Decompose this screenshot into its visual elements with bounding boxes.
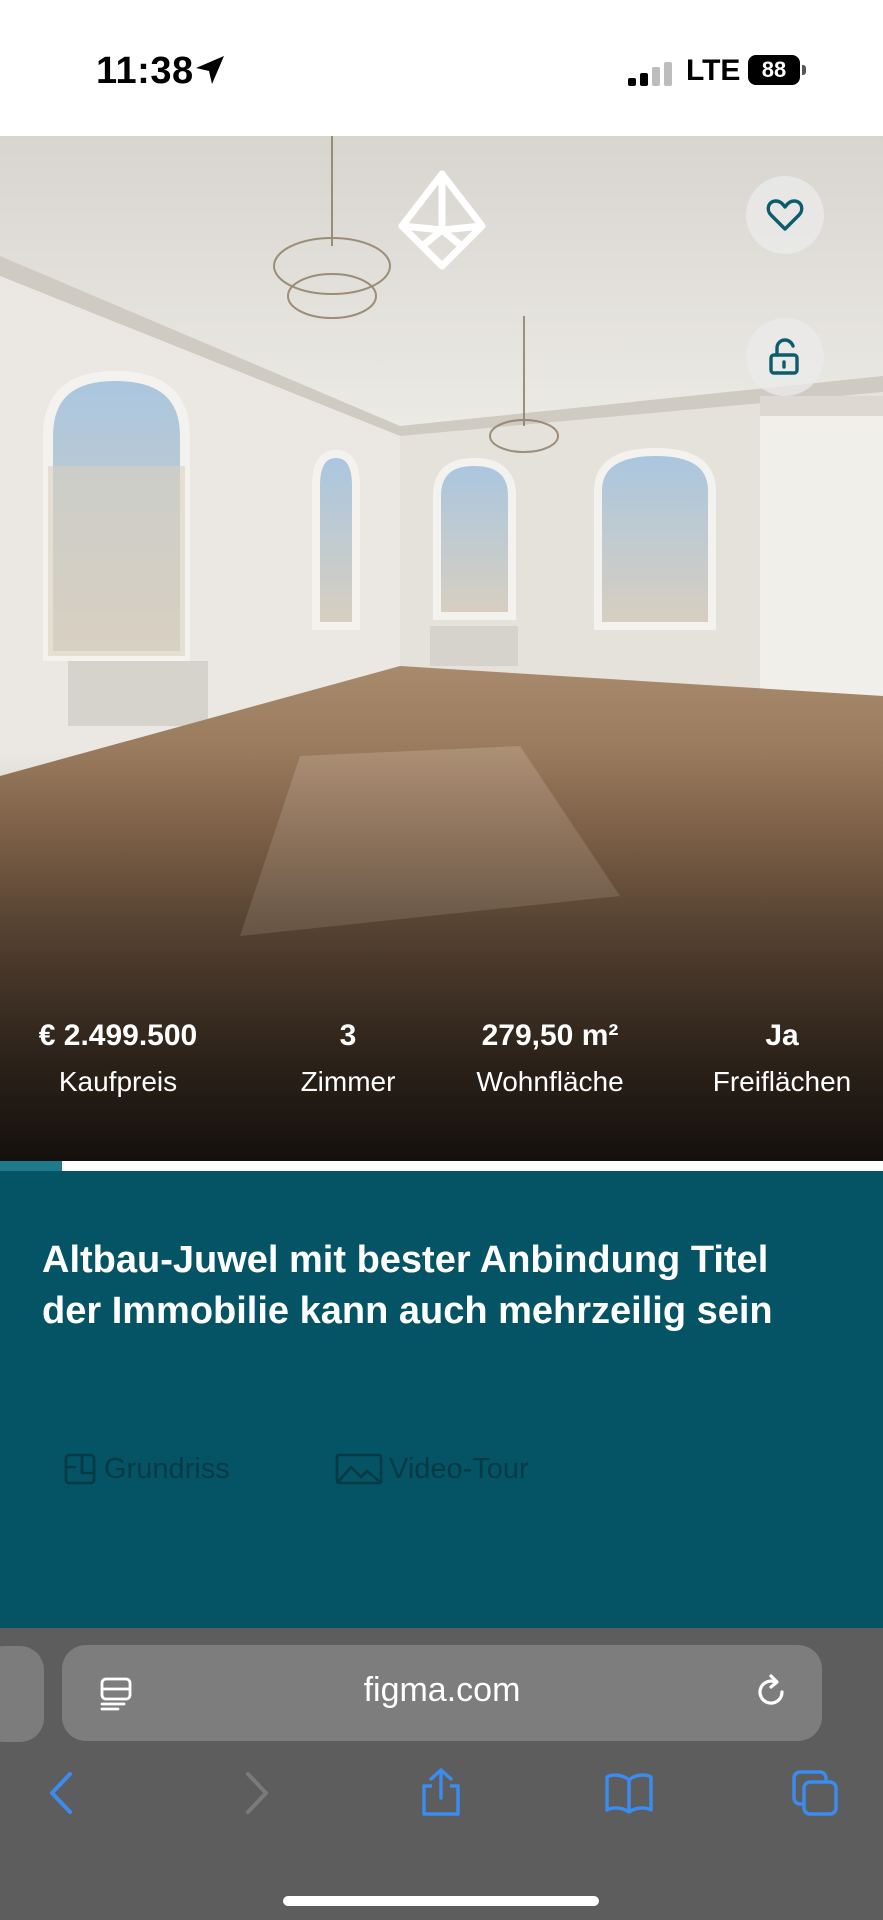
video-tour-label: Video-Tour — [389, 1452, 529, 1485]
status-time: 11:38 — [96, 50, 194, 92]
property-hero-image[interactable]: € 2.499.500 Kaufpreis 3 Zimmer 279,50 m²… — [0, 136, 883, 1161]
video-tour-link[interactable]: Video-Tour — [335, 1447, 529, 1491]
key-facts: € 2.499.500 Kaufpreis 3 Zimmer 279,50 m²… — [0, 1016, 883, 1136]
battery-icon: 88 — [748, 55, 808, 87]
heart-icon — [766, 199, 804, 231]
room-photo — [0, 136, 883, 1161]
listing-info-panel: Altbau-Juwel mit bester Anbindung Titel … — [0, 1171, 883, 1628]
listing-title: Altbau-Juwel mit bester Anbindung Titel … — [42, 1239, 773, 1332]
stat-label: Kaufpreis — [58, 1066, 178, 1097]
stat-value: Ja — [765, 1019, 799, 1052]
home-indicator[interactable] — [283, 1896, 599, 1906]
floorplan-link[interactable]: Grundriss — [62, 1447, 230, 1491]
stat-value: 3 — [339, 1019, 357, 1052]
gallery-progress-fill — [0, 1161, 62, 1171]
back-chevron-icon[interactable] — [38, 1768, 88, 1818]
stat-kaufpreis: € 2.499.500 Kaufpreis — [20, 1016, 216, 1098]
tabs-icon[interactable] — [790, 1768, 840, 1818]
stat-value: 279,50 m² — [481, 1019, 619, 1052]
cellular-signal-icon — [628, 62, 672, 86]
forward-chevron-icon[interactable] — [230, 1768, 280, 1818]
stat-value: € 2.499.500 — [38, 1019, 198, 1052]
location-arrow-icon — [196, 56, 224, 84]
floorplan-icon — [64, 1453, 96, 1485]
reload-icon[interactable] — [752, 1673, 790, 1711]
previous-tab-preview[interactable] — [0, 1646, 44, 1742]
status-bar: 11:38 LTE 88 — [0, 0, 883, 136]
stat-label: Freiflächen — [712, 1066, 852, 1097]
stat-zimmer: 3 Zimmer — [262, 1016, 434, 1098]
image-gallery-icon — [335, 1453, 383, 1485]
gallery-progress-bar — [0, 1161, 883, 1171]
floorplan-label: Grundriss — [104, 1452, 230, 1485]
stat-label: Wohnfläche — [476, 1066, 624, 1097]
stat-label: Zimmer — [300, 1066, 396, 1097]
unlock-button[interactable] — [746, 318, 824, 396]
address-bar[interactable]: figma.com — [62, 1645, 822, 1741]
share-icon[interactable] — [416, 1768, 466, 1818]
battery-level: 88 — [748, 55, 800, 85]
unlock-icon — [769, 338, 799, 375]
stat-wohnflaeche: 279,50 m² Wohnfläche — [460, 1016, 640, 1098]
favorite-button[interactable] — [746, 176, 824, 254]
url-text: figma.com — [363, 1671, 521, 1709]
carrier-label: LTE — [686, 54, 741, 87]
stat-freiflaechen: Ja Freiflächen — [690, 1016, 874, 1098]
browser-chrome: figma.com — [0, 1628, 883, 1920]
bookmarks-icon[interactable] — [604, 1768, 654, 1818]
brand-logo-icon — [398, 170, 486, 270]
